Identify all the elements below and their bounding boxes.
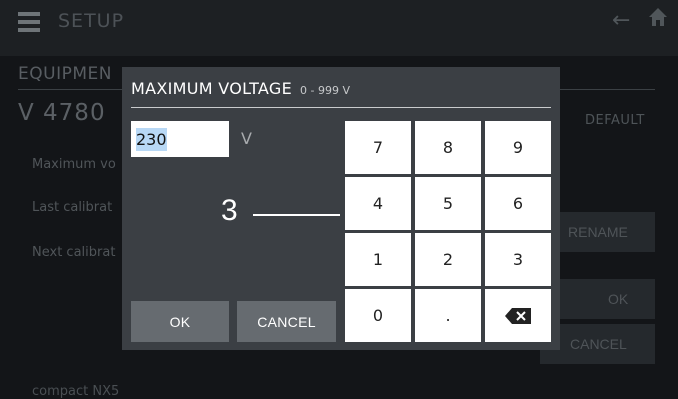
unit-label: V	[241, 129, 252, 148]
key-7[interactable]: 7	[345, 121, 411, 174]
arrow-left-icon[interactable]: ←	[612, 8, 630, 33]
dialog-range: 0 - 999 V	[300, 84, 350, 97]
max-voltage-label: Maximum vo	[32, 157, 116, 172]
key-0[interactable]: 0	[345, 289, 411, 342]
key-8[interactable]: 8	[415, 121, 481, 174]
ok-button[interactable]: OK	[131, 301, 229, 342]
callout-line	[253, 214, 340, 216]
last-calibration-label: Last calibrat	[32, 200, 113, 215]
home-icon[interactable]	[648, 6, 668, 32]
backspace-icon	[505, 307, 531, 324]
equipment-label: EQUIPMEN	[18, 64, 112, 84]
hamburger-icon[interactable]	[18, 12, 40, 32]
top-bar: SETUP ←	[0, 0, 678, 56]
key-6[interactable]: 6	[485, 177, 551, 230]
dialog-title: MAXIMUM VOLTAGE 0 - 999 V	[131, 79, 350, 98]
voltage-input[interactable]: 230	[131, 121, 229, 157]
page-title: SETUP	[58, 10, 125, 32]
dialog-divider	[131, 107, 551, 108]
key-1[interactable]: 1	[345, 233, 411, 286]
callout-number: 3	[221, 194, 238, 227]
key-5[interactable]: 5	[415, 177, 481, 230]
device-name: compact NX5	[32, 384, 120, 399]
next-calibration-label: Next calibrat	[32, 245, 116, 260]
key-3[interactable]: 3	[485, 233, 551, 286]
key-2[interactable]: 2	[415, 233, 481, 286]
dialog-title-text: MAXIMUM VOLTAGE	[131, 79, 293, 98]
numeric-keypad: 7 8 9 4 5 6 1 2 3 0 .	[345, 121, 552, 344]
voltage-input-value: 230	[136, 127, 167, 151]
numeric-entry-dialog: MAXIMUM VOLTAGE 0 - 999 V 230 V OK CANCEL…	[122, 67, 560, 350]
backspace-key[interactable]	[485, 289, 551, 342]
key-4[interactable]: 4	[345, 177, 411, 230]
device-id: V 4780	[18, 100, 106, 126]
cancel-button[interactable]: CANCEL	[237, 301, 336, 342]
default-button[interactable]: DEFAULT	[585, 113, 645, 128]
key-9[interactable]: 9	[485, 121, 551, 174]
key-decimal[interactable]: .	[415, 289, 481, 342]
